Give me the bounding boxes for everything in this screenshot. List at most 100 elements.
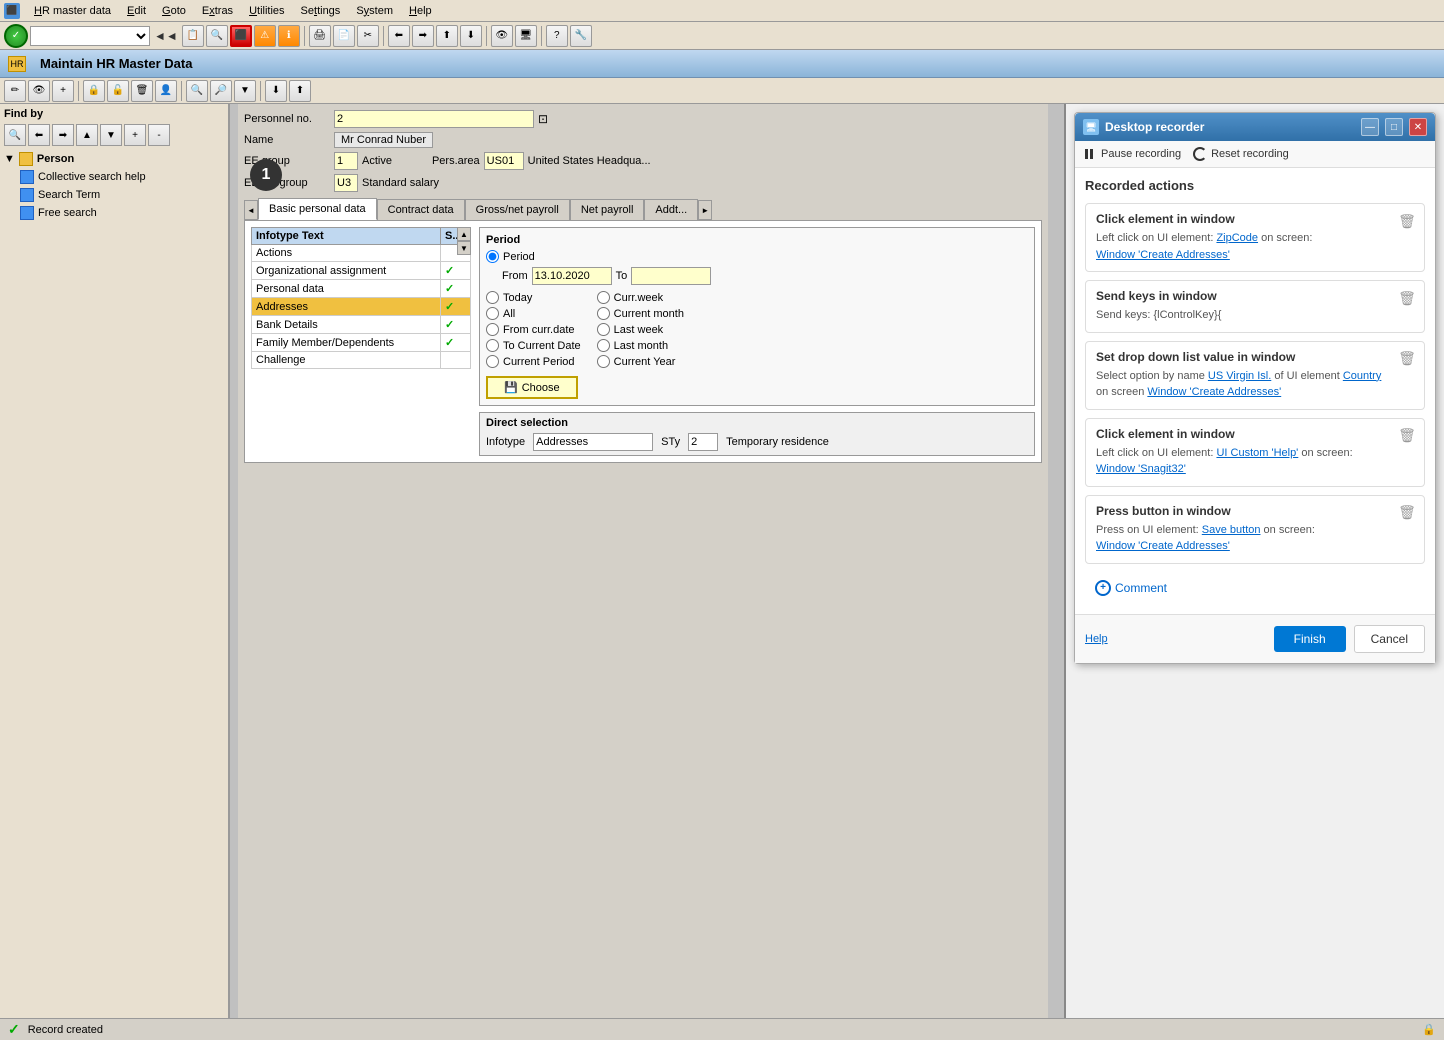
filter-button[interactable]: ▼ (234, 80, 256, 102)
menu-goto[interactable]: Goto (154, 3, 194, 19)
pause-recording-button[interactable]: Pause recording (1085, 148, 1181, 160)
last-record-button[interactable]: ⬇ (460, 25, 482, 47)
tab-basic-personal-data[interactable]: Basic personal data (258, 198, 377, 220)
infotype-ds-input[interactable] (533, 433, 653, 451)
ee-subgroup-input[interactable] (334, 174, 358, 192)
infotype-actions-cell[interactable]: Actions (252, 245, 441, 262)
list-scroll-up[interactable]: ▲ (457, 227, 471, 241)
stop-button[interactable]: ⬛ (230, 25, 252, 47)
action-link-country[interactable]: Country (1343, 370, 1382, 382)
infotype-challenge-cell[interactable]: Challenge (252, 352, 441, 369)
action-link-us-virgin[interactable]: US Virgin Isl. (1208, 370, 1271, 382)
tree-search-btn1[interactable]: 🔍 (4, 124, 26, 146)
search-btn-2[interactable]: 🔍 (186, 80, 208, 102)
action-link-create-addr-1[interactable]: Window 'Create Addresses' (1096, 249, 1230, 261)
display-button[interactable]: 👁 (491, 25, 513, 47)
infotype-family-cell[interactable]: Family Member/Dependents (252, 334, 441, 352)
nav-back-button[interactable]: ◄◄ (152, 29, 180, 43)
prev-record-button[interactable]: ⬅ (388, 25, 410, 47)
radio-today[interactable] (486, 291, 499, 304)
infotype-addresses-cell[interactable]: Addresses (252, 298, 441, 316)
print-button[interactable]: 🖨 (309, 25, 331, 47)
clipboard-button[interactable]: 📄 (333, 25, 355, 47)
delete-button[interactable]: 🗑 (131, 80, 153, 102)
personnel-no-input[interactable] (334, 110, 534, 128)
action-link-ui-custom-help[interactable]: UI Custom 'Help' (1216, 447, 1298, 459)
first-record-button[interactable]: ⬆ (436, 25, 458, 47)
radio-all[interactable] (486, 307, 499, 320)
list-scroll-down[interactable]: ▼ (457, 241, 471, 255)
menu-extras[interactable]: Extras (194, 3, 241, 19)
action-delete-5[interactable]: 🗑 (1398, 504, 1416, 522)
tree-search-btn6[interactable]: + (124, 124, 146, 146)
radio-last-week[interactable] (597, 323, 610, 336)
infotype-personal-cell[interactable]: Personal data (252, 280, 441, 298)
tab-net-payroll[interactable]: Net payroll (570, 199, 645, 220)
recorder-maximize-button[interactable]: □ (1385, 118, 1403, 136)
tree-item-free-search[interactable]: Free search (4, 204, 224, 222)
recorder-close-button[interactable]: ✕ (1409, 118, 1427, 136)
cancel-button[interactable]: Cancel (1354, 625, 1425, 653)
finish-button[interactable]: Finish (1274, 626, 1346, 652)
tree-search-btn3[interactable]: ➡ (52, 124, 74, 146)
action-delete-3[interactable]: 🗑 (1398, 350, 1416, 368)
ee-group-input[interactable] (334, 152, 358, 170)
tree-item-collective-search[interactable]: Collective search help (4, 168, 224, 186)
menu-settings[interactable]: Settings (293, 3, 349, 19)
table-row[interactable]: Organizational assignment ✓ (252, 262, 471, 280)
find-button[interactable]: 🔍 (206, 25, 228, 47)
table-row[interactable]: Actions (252, 245, 471, 262)
tree-item-person[interactable]: ▼ Person (4, 150, 224, 168)
recorder-minimize-button[interactable]: — (1361, 118, 1379, 136)
lock-button[interactable]: 🔒 (83, 80, 105, 102)
navigation-combo[interactable] (30, 26, 150, 46)
radio-current-month[interactable] (597, 307, 610, 320)
action-link-save-button[interactable]: Save button (1202, 524, 1261, 536)
tree-search-btn4[interactable]: ▲ (76, 124, 98, 146)
help-link[interactable]: Help (1085, 633, 1108, 645)
table-row[interactable]: Challenge (252, 352, 471, 369)
table-row-selected[interactable]: Addresses ✓ (252, 298, 471, 316)
radio-last-month[interactable] (597, 339, 610, 352)
magnify-button[interactable]: 🔎 (210, 80, 232, 102)
tab-gross-net-payroll[interactable]: Gross/net payroll (465, 199, 570, 220)
action-delete-2[interactable]: 🗑 (1398, 289, 1416, 307)
help-button[interactable]: ? (546, 25, 568, 47)
radio-current-year[interactable] (597, 355, 610, 368)
radio-curr-week[interactable] (597, 291, 610, 304)
monitor-button[interactable]: 🖥 (515, 25, 537, 47)
menu-hr-master-data[interactable]: HR master data (26, 3, 119, 19)
status-ok-button[interactable]: ✓ (4, 24, 28, 48)
tree-search-btn2[interactable]: ⬅ (28, 124, 50, 146)
table-row[interactable]: Family Member/Dependents ✓ (252, 334, 471, 352)
tree-item-search-term[interactable]: Search Term (4, 186, 224, 204)
menu-utilities[interactable]: Utilities (241, 3, 292, 19)
personnel-no-expand-icon[interactable]: ⊡ (538, 112, 548, 126)
info-button[interactable]: ℹ (278, 25, 300, 47)
customize-button[interactable]: 🔧 (570, 25, 592, 47)
pers-area-code-input[interactable] (484, 152, 524, 170)
menu-system[interactable]: System (348, 3, 401, 19)
print-list-button[interactable]: 📋 (182, 25, 204, 47)
from-date-input[interactable] (532, 267, 612, 285)
radio-current-period[interactable] (486, 355, 499, 368)
up-button[interactable]: ⬆ (289, 80, 311, 102)
radio-to-current-date[interactable] (486, 339, 499, 352)
action-link-snagit32[interactable]: Window 'Snagit32' (1096, 463, 1186, 475)
action-delete-1[interactable]: 🗑 (1398, 212, 1416, 230)
edit-mode-button[interactable]: ✏ (4, 80, 26, 102)
display-mode-button[interactable]: 👁 (28, 80, 50, 102)
action-delete-4[interactable]: 🗑 (1398, 427, 1416, 445)
reset-recording-button[interactable]: Reset recording (1193, 147, 1289, 161)
user-button[interactable]: 👤 (155, 80, 177, 102)
new-button[interactable]: + (52, 80, 74, 102)
tab-scroll-right[interactable]: ► (698, 200, 712, 220)
menu-help[interactable]: Help (401, 3, 440, 19)
unlock-button[interactable]: 🔓 (107, 80, 129, 102)
infotype-org-cell[interactable]: Organizational assignment (252, 262, 441, 280)
tab-addt[interactable]: Addt... (644, 199, 698, 220)
next-record-button[interactable]: ➡ (412, 25, 434, 47)
action-link-create-addr-3[interactable]: Window 'Create Addresses' (1096, 540, 1230, 552)
radio-period[interactable] (486, 250, 499, 263)
table-row[interactable]: Bank Details ✓ (252, 316, 471, 334)
